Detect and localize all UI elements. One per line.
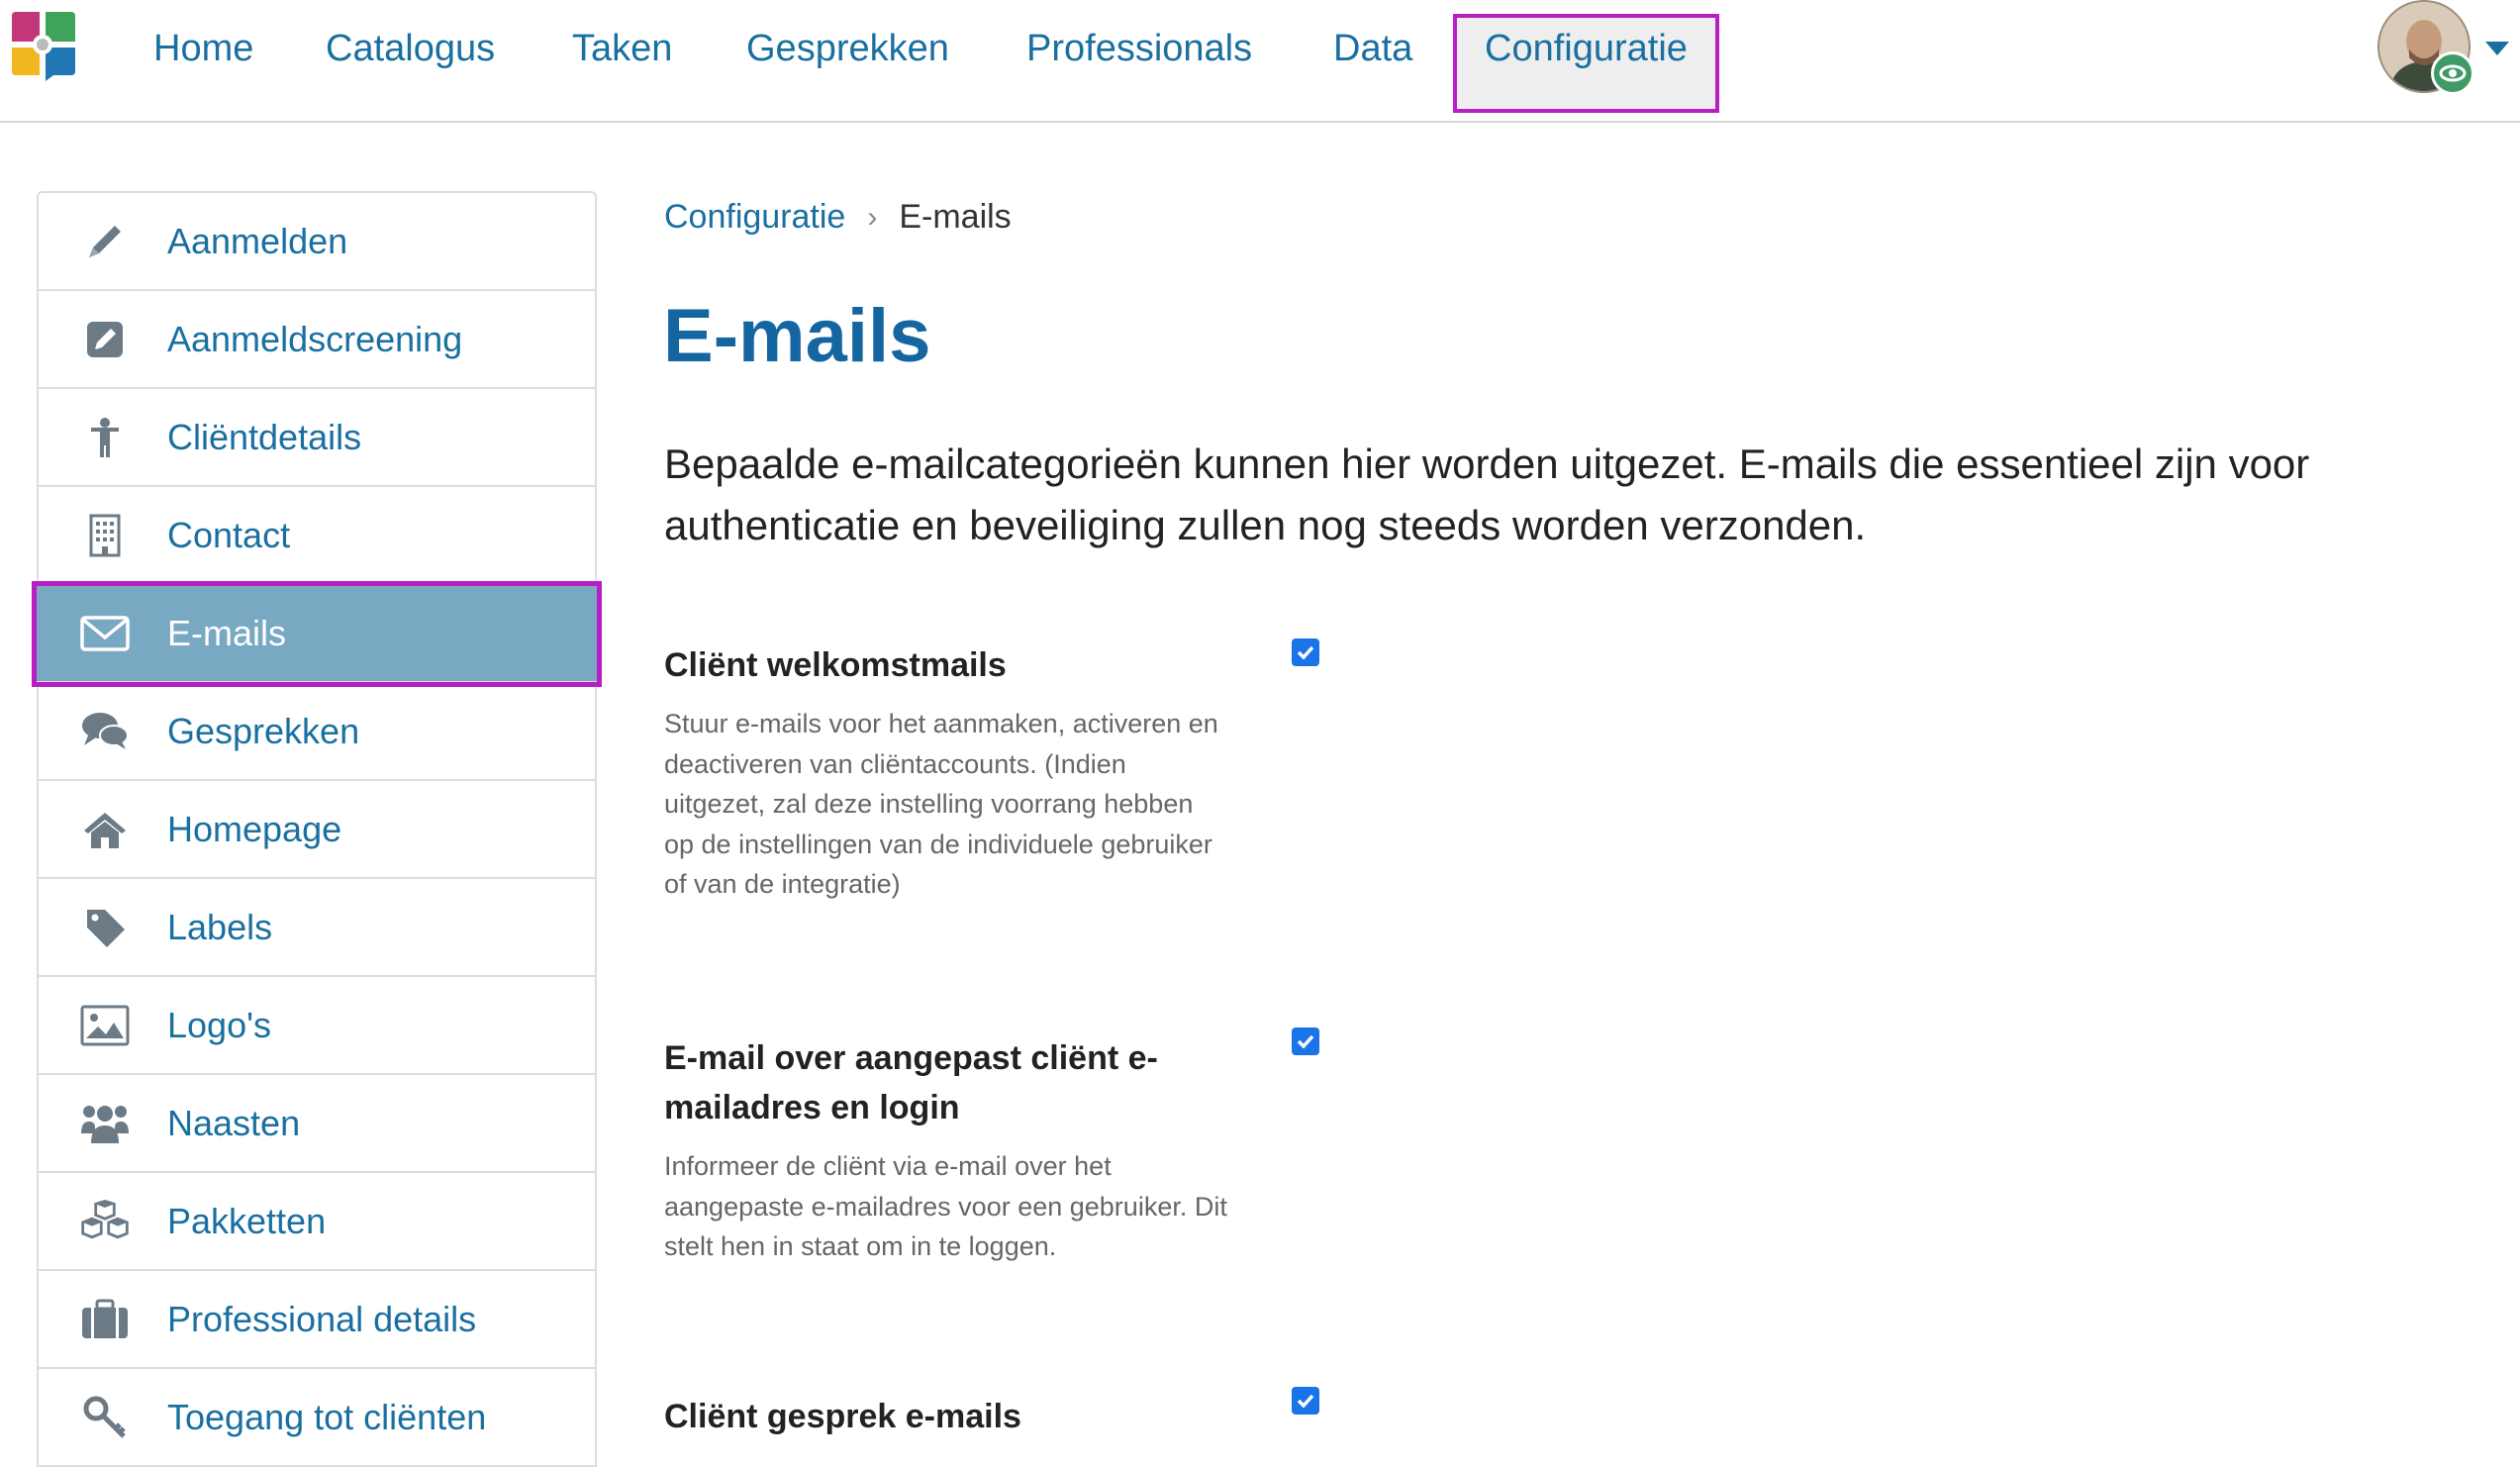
nav-gesprekken[interactable]: Gesprekken xyxy=(746,0,949,97)
checkmark-icon xyxy=(1297,1394,1314,1409)
top-navigation-bar: Home Catalogus Taken Gesprekken Professi… xyxy=(0,0,2520,123)
sidebar-item-logos[interactable]: Logo's xyxy=(39,977,595,1075)
nav-home[interactable]: Home xyxy=(153,0,253,97)
setting-description: Informeer de cliënt via e-mail over het … xyxy=(664,1151,1227,1261)
sidebar-item-emails[interactable]: E-mails xyxy=(32,581,602,687)
nav-data[interactable]: Data xyxy=(1333,0,1412,97)
nav-configuratie[interactable]: Configuratie xyxy=(1453,14,1719,113)
sidebar-item-aanmeldscreening[interactable]: Aanmeldscreening xyxy=(39,291,595,389)
setting-title: Cliënt welkomstmails xyxy=(664,646,1007,684)
pencil-icon xyxy=(78,215,132,268)
sidebar-item-gesprekken[interactable]: Gesprekken xyxy=(39,683,595,781)
setting-aangepast-emailadres: E-mail over aangepast cliënt e-mailadres… xyxy=(664,1033,1228,1267)
sidebar-item-label: E-mails xyxy=(167,612,287,653)
sidebar-item-label: Homepage xyxy=(167,808,342,849)
sidebar-item-aanmelden[interactable]: Aanmelden xyxy=(39,193,595,291)
cubes-icon xyxy=(78,1195,132,1248)
client-gesprek-emails-checkbox[interactable] xyxy=(1292,1387,1319,1415)
setting-client-welkomstmails: Cliënt welkomstmails Stuur e-mails voor … xyxy=(664,640,1228,905)
chevron-down-icon[interactable] xyxy=(2485,42,2509,55)
client-welkomstmails-checkbox[interactable] xyxy=(1292,638,1319,666)
checkmark-icon xyxy=(1297,1034,1314,1049)
setting-title: Cliënt gesprek e-mails xyxy=(664,1398,1021,1435)
sidebar-item-label: Pakketten xyxy=(167,1200,327,1241)
comments-icon xyxy=(78,705,132,758)
sidebar-item-pakketten[interactable]: Pakketten xyxy=(39,1173,595,1271)
sidebar-item-label: Professional details xyxy=(167,1298,477,1339)
app-logo[interactable] xyxy=(10,10,77,81)
sidebar-item-naasten[interactable]: Naasten xyxy=(39,1075,595,1173)
image-icon xyxy=(78,999,132,1052)
sidebar-item-professional-details[interactable]: Professional details xyxy=(39,1271,595,1369)
breadcrumb-separator: › xyxy=(867,200,878,234)
page-intro: Bepaalde e-mailcategorieën kunnen hier w… xyxy=(664,440,2310,548)
checkmark-icon xyxy=(1297,645,1314,660)
sidebar-item-toegang-tot-clienten[interactable]: Toegang tot cliënten xyxy=(39,1369,595,1467)
breadcrumb-current: E-mails xyxy=(899,198,1012,236)
sidebar-item-clientdetails[interactable]: Cliëntdetails xyxy=(39,389,595,487)
nav-taken[interactable]: Taken xyxy=(572,0,672,97)
building-icon xyxy=(78,509,132,562)
person-icon xyxy=(78,411,132,464)
sidebar-item-homepage[interactable]: Homepage xyxy=(39,781,595,879)
config-sidebar: Aanmelden Aanmeldscreening Cliëntdetails… xyxy=(32,191,602,1467)
sidebar-item-label: Naasten xyxy=(167,1102,301,1143)
key-icon xyxy=(78,1391,132,1444)
sidebar-item-label: Labels xyxy=(167,906,273,947)
sidebar-item-label: Toegang tot cliënten xyxy=(167,1396,487,1437)
nav-catalogus[interactable]: Catalogus xyxy=(326,0,495,97)
breadcrumb-link-configuratie[interactable]: Configuratie xyxy=(664,198,845,237)
aangepast-emailadres-checkbox[interactable] xyxy=(1292,1027,1319,1055)
sidebar-item-contact[interactable]: Contact xyxy=(39,487,595,585)
tag-icon xyxy=(78,901,132,954)
edit-square-icon xyxy=(78,313,132,366)
page-title: E-mails xyxy=(663,294,931,378)
sidebar-item-label: Aanmeldscreening xyxy=(167,318,463,359)
setting-title: E-mail over aangepast cliënt e-mailadres… xyxy=(664,1039,1158,1126)
setting-description: Stuur e-mails voor het aanmaken, activer… xyxy=(664,709,1218,899)
sidebar-item-label: Cliëntdetails xyxy=(167,416,362,457)
sidebar-item-label: Aanmelden xyxy=(167,220,348,261)
briefcase-icon xyxy=(78,1293,132,1346)
nav-professionals[interactable]: Professionals xyxy=(1026,0,1252,97)
home-icon xyxy=(78,803,132,856)
setting-client-gesprek-emails: Cliënt gesprek e-mails xyxy=(664,1392,1228,1455)
envelope-icon xyxy=(78,607,132,660)
sidebar-item-labels[interactable]: Labels xyxy=(39,879,595,977)
sidebar-item-label: Gesprekken xyxy=(167,710,360,751)
sidebar-item-label: Contact xyxy=(167,514,291,555)
eye-icon xyxy=(2431,51,2474,95)
sidebar-item-label: Logo's xyxy=(167,1004,271,1045)
users-icon xyxy=(78,1097,132,1150)
breadcrumb: Configuratie › E-mails xyxy=(664,198,1012,237)
